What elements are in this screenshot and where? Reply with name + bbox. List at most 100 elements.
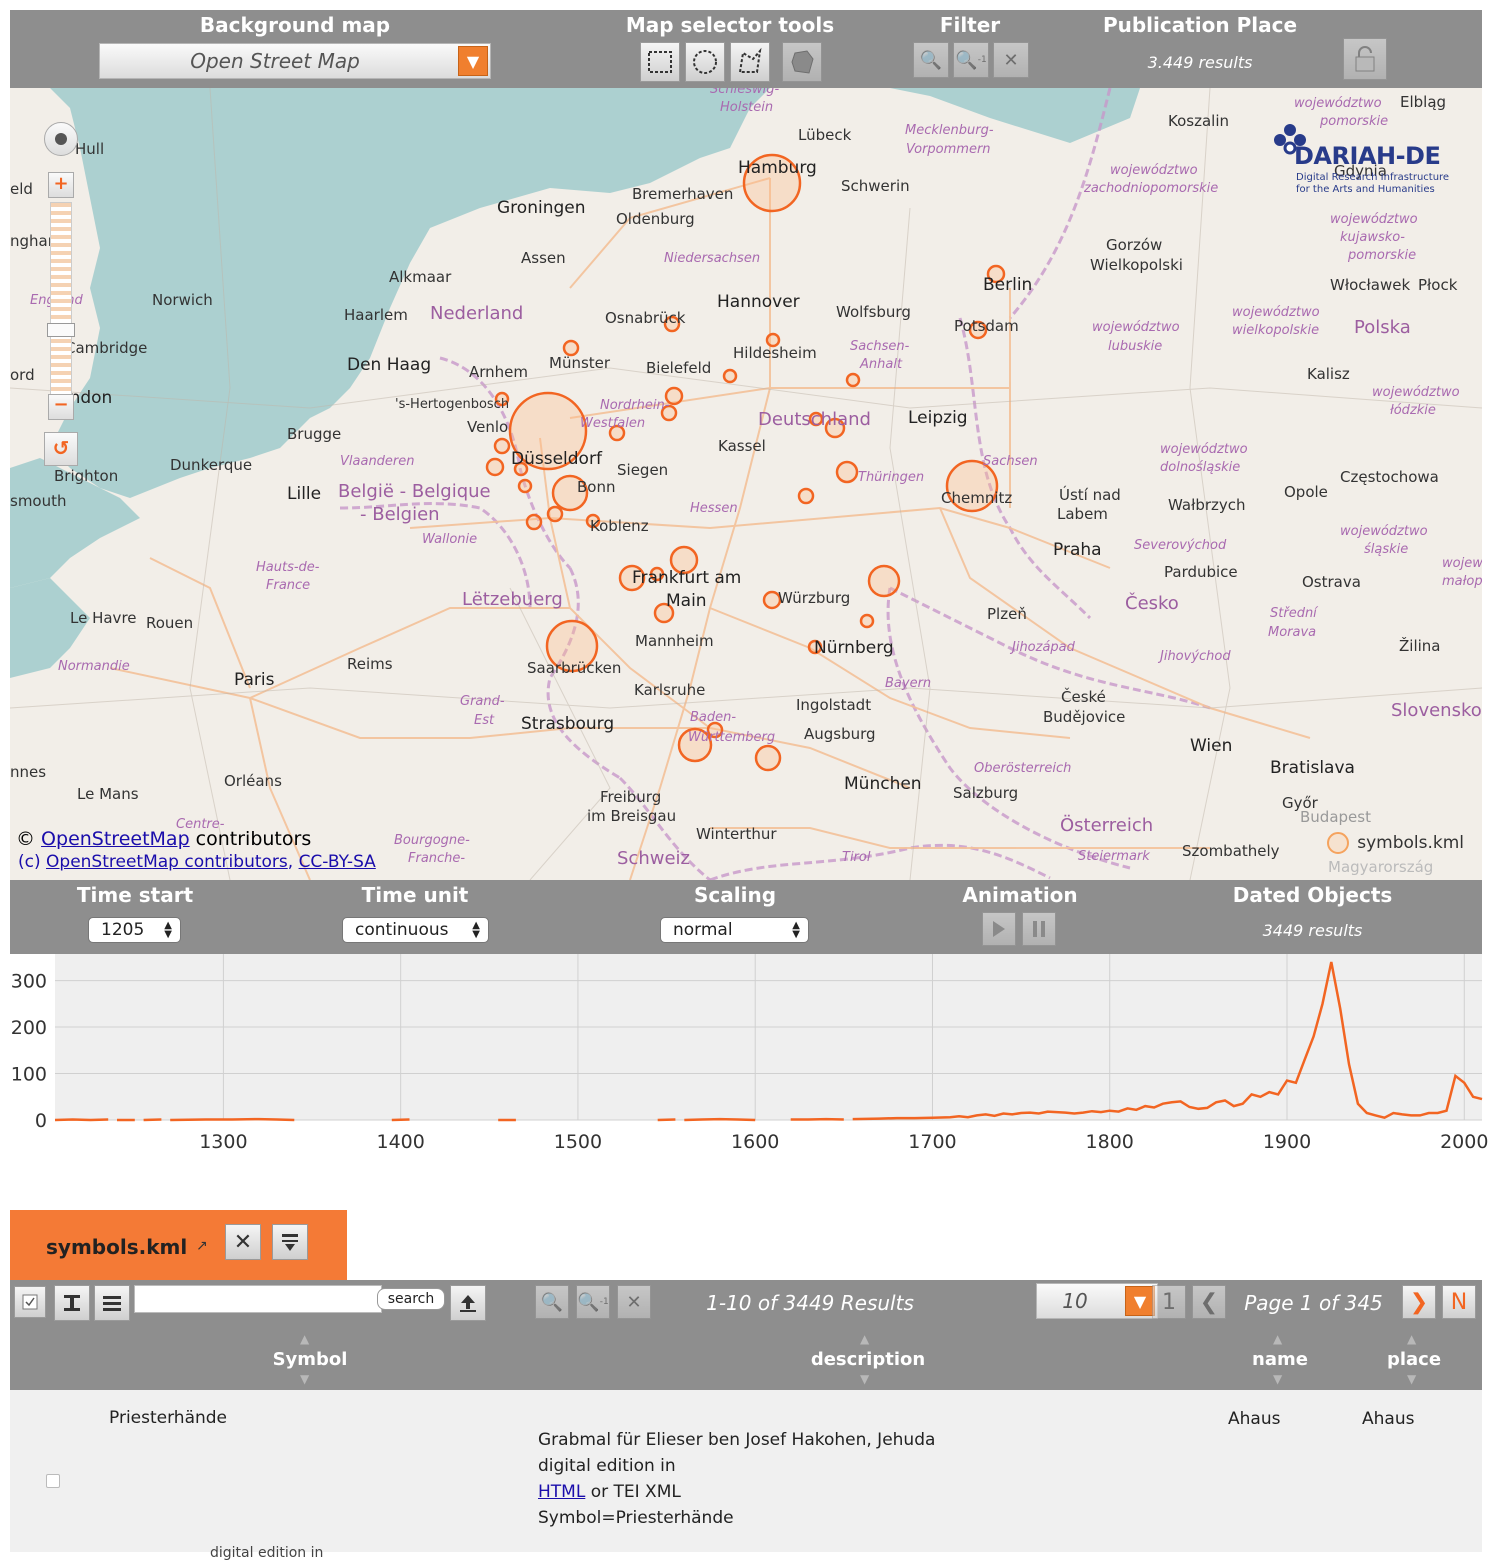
- map-label: Düsseldorf: [511, 449, 602, 469]
- map-label: Bonn: [577, 478, 616, 496]
- series-line: [391, 1118, 410, 1122]
- series-line: [657, 1118, 676, 1122]
- results-count: 1-10 of 3449 Results: [706, 1291, 914, 1315]
- sort-asc-icon[interactable]: ▲: [300, 1332, 309, 1346]
- square-select-icon[interactable]: [640, 42, 680, 82]
- scaling-select[interactable]: normal ▲ ▼: [660, 917, 809, 943]
- sort-desc-icon[interactable]: ▼: [300, 1372, 309, 1386]
- external-link-icon[interactable]: ↗: [196, 1238, 208, 1254]
- map-label: Wolfsburg: [836, 303, 911, 321]
- chevron-down-icon[interactable]: ▼: [458, 46, 488, 76]
- next-page-icon[interactable]: ❯: [1402, 1285, 1436, 1319]
- map-label: nnes: [10, 763, 47, 781]
- table-toolbar: search 🔍 🔍 -1 ✕ 1-10 of 3449 Results 10 ▼…: [10, 1280, 1482, 1390]
- map-label: Lübeck: [798, 126, 852, 144]
- upload-icon[interactable]: [450, 1285, 486, 1321]
- table-filter-icon[interactable]: [54, 1285, 90, 1321]
- time-unit-select[interactable]: continuous ▲ ▼: [342, 917, 489, 943]
- country-select-icon[interactable]: [782, 42, 822, 82]
- x-tick-label: 1300: [199, 1131, 247, 1153]
- table-zoom-inverse-icon[interactable]: 🔍 -1: [576, 1285, 610, 1319]
- column-header-name[interactable]: name: [1240, 1349, 1320, 1370]
- map-label: Szombathely: [1182, 842, 1280, 860]
- map-label: Sachsen: [983, 454, 1038, 469]
- circle-select-icon[interactable]: [685, 42, 725, 82]
- row-checkbox[interactable]: [46, 1474, 60, 1488]
- sort-desc-icon[interactable]: ▼: [1273, 1372, 1282, 1386]
- map-label: Labem: [1057, 505, 1108, 523]
- cell-place: Ahaus: [1362, 1409, 1415, 1429]
- map-label: Brighton: [54, 467, 119, 485]
- osm-contributors-link[interactable]: OpenStreetMap contributors: [46, 852, 288, 872]
- time-start-select[interactable]: 1205 ▲ ▼: [88, 917, 181, 943]
- table-clear-filter-icon[interactable]: ✕: [617, 1285, 651, 1319]
- zoom-out-button[interactable]: −: [48, 394, 74, 420]
- attribution2-prefix: (c): [18, 852, 41, 872]
- background-map-select[interactable]: Open Street Map ▼: [99, 43, 491, 79]
- collapse-tab-icon[interactable]: [272, 1224, 308, 1260]
- map-label: Severovýchod: [1134, 538, 1227, 553]
- sort-asc-icon[interactable]: ▲: [860, 1332, 869, 1346]
- map-label: Elbląg: [1400, 93, 1447, 111]
- cell-description: Grabmal für Elieser ben Josef Hakohen, J…: [538, 1427, 935, 1531]
- pause-icon[interactable]: [1022, 912, 1056, 946]
- map-label: Polska: [1354, 317, 1411, 338]
- map-label: 's-Hertogenbosch: [395, 397, 510, 412]
- y-tick-label: 0: [35, 1110, 47, 1132]
- x-tick-label: 1400: [376, 1131, 424, 1153]
- map-label: Lille: [287, 484, 322, 504]
- map-label: Niedersachsen: [664, 251, 761, 266]
- clear-filter-icon[interactable]: ✕: [993, 42, 1029, 78]
- series-line: [143, 1118, 162, 1122]
- map-view[interactable]: Hamburg Lübeck Schwerin Bremerhaven Gron…: [10, 88, 1482, 880]
- publication-place-results: 3.449 results: [1147, 53, 1253, 72]
- pan-control[interactable]: [44, 122, 78, 156]
- timeline-chart[interactable]: 0 100 200 300 1300 1400 1500 1600 1700 1800 1900 20…: [0, 954, 1488, 1164]
- map-label: wielkopolskie: [1232, 323, 1320, 338]
- map-label: Česko: [1125, 593, 1179, 614]
- table-zoom-in-icon[interactable]: 🔍: [535, 1285, 569, 1319]
- dataset-tab[interactable]: symbols.kml ↗ ✕: [10, 1210, 347, 1280]
- sort-asc-icon[interactable]: ▲: [1407, 1332, 1416, 1346]
- play-icon[interactable]: [982, 912, 1016, 946]
- last-page-button[interactable]: N: [1442, 1285, 1476, 1319]
- map-label: Oberösterreich: [974, 761, 1072, 776]
- sort-desc-icon[interactable]: ▼: [1407, 1372, 1416, 1386]
- map-label: België - Belgique: [338, 481, 491, 502]
- polygon-select-icon[interactable]: [730, 42, 770, 82]
- search-button[interactable]: search: [377, 1288, 445, 1310]
- map-marker: [867, 564, 901, 598]
- cc-by-sa-link[interactable]: CC-BY-SA: [299, 852, 376, 872]
- lock-icon[interactable]: [1343, 38, 1387, 80]
- chevron-down-icon[interactable]: ▼: [1125, 1286, 1155, 1316]
- menu-icon[interactable]: [94, 1285, 130, 1321]
- osm-link[interactable]: OpenStreetMap: [41, 828, 190, 850]
- map-label: Jihovýchod: [1160, 649, 1231, 664]
- zoom-slider[interactable]: [47, 202, 75, 404]
- zoom-in-button[interactable]: +: [48, 172, 74, 198]
- first-page-button[interactable]: 1: [1152, 1285, 1186, 1319]
- map-label: Schwerin: [841, 177, 910, 195]
- prev-page-icon[interactable]: ❮: [1192, 1285, 1226, 1319]
- zoom-in-icon[interactable]: 🔍: [913, 42, 949, 78]
- sort-desc-icon[interactable]: ▼: [860, 1372, 869, 1386]
- column-header-place[interactable]: place: [1374, 1349, 1454, 1370]
- x-tick-label: 1800: [1086, 1131, 1134, 1153]
- close-tab-icon[interactable]: ✕: [225, 1224, 261, 1260]
- zoom-slider-handle[interactable]: [47, 323, 75, 337]
- map-label: Arnhem: [469, 363, 529, 381]
- map-label: Est: [474, 713, 495, 728]
- search-input[interactable]: [134, 1285, 382, 1313]
- attribution-prefix: ©: [16, 828, 35, 850]
- select-all-checkbox-icon[interactable]: [14, 1286, 46, 1318]
- map-label: Bayern: [885, 676, 932, 691]
- zoom-inverse-icon[interactable]: 🔍 -1: [953, 42, 989, 78]
- column-header-description[interactable]: description: [808, 1349, 928, 1370]
- page-size-select[interactable]: 10 ▼: [1036, 1283, 1158, 1319]
- map-label: lubuskie: [1108, 339, 1163, 354]
- sort-asc-icon[interactable]: ▲: [1273, 1332, 1282, 1346]
- reset-view-icon[interactable]: ↺: [44, 432, 78, 466]
- html-link[interactable]: HTML: [538, 1482, 585, 1502]
- column-header-symbol[interactable]: Symbol: [250, 1349, 370, 1370]
- map-label: Praha: [1053, 540, 1102, 560]
